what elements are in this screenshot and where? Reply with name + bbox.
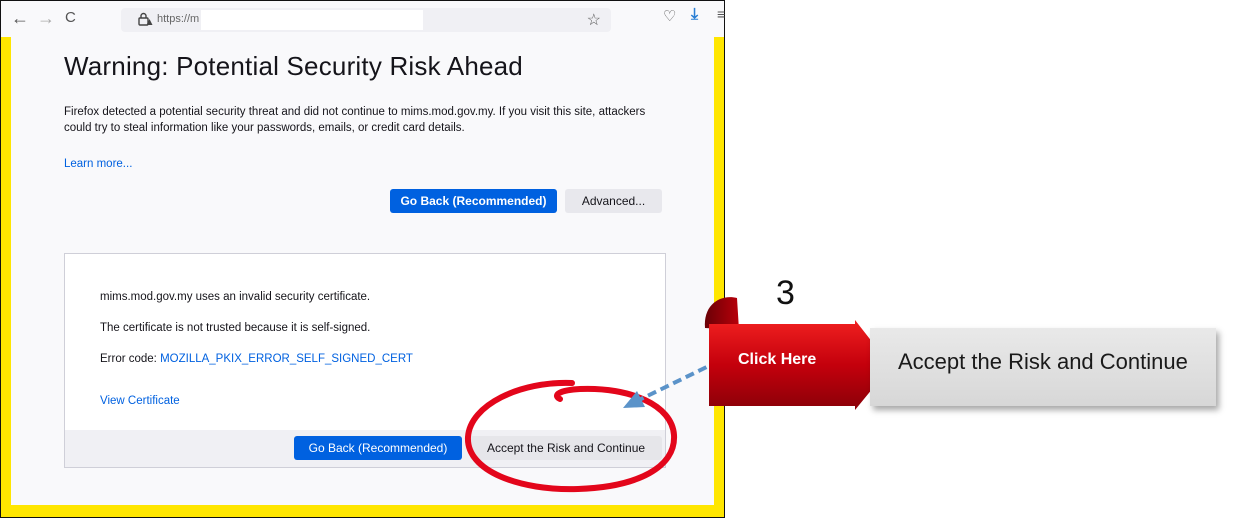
reload-icon[interactable]: C [65,7,76,29]
not-trusted-text: The certificate is not trusted because i… [100,322,371,334]
invalid-cert-text: mims.mod.gov.my uses an invalid security… [100,291,371,303]
warning-description: Firefox detected a potential security th… [64,106,646,134]
redacted-url-mask [201,10,423,30]
callout-text: Accept the Risk and Continue [898,349,1188,374]
bookmark-star-icon[interactable]: ☆ [587,10,601,30]
view-certificate-link[interactable]: View Certificate [100,395,180,407]
go-back-button[interactable]: Go Back (Recommended) [390,189,557,213]
menu-icon[interactable]: ≡ [717,6,725,22]
error-code-line: Error code: MOZILLA_PKIX_ERROR_SELF_SIGN… [100,353,413,365]
browser-toolbar: ← → C https://m ☆ ♡ ⤓ ≡ [1,1,725,37]
pocket-icon[interactable]: ♡ [663,7,676,25]
learn-more-link[interactable]: Learn more... [64,158,132,170]
url-bar[interactable]: https://m ☆ [121,8,611,32]
error-code-link[interactable]: MOZILLA_PKIX_ERROR_SELF_SIGNED_CERT [160,353,413,365]
download-icon[interactable]: ⤓ [691,6,698,24]
forward-icon[interactable]: → [37,7,55,29]
go-back-button-secondary[interactable]: Go Back (Recommended) [294,436,462,460]
url-text: https://m [157,13,200,25]
advanced-button[interactable]: Advanced... [565,189,662,213]
error-code-label: Error code: [100,353,161,365]
page-title: Warning: Potential Security Risk Ahead [64,51,523,81]
click-here-label: Click Here [738,351,817,368]
back-icon[interactable]: ← [11,7,29,29]
warning-lock-icon[interactable] [137,11,153,27]
